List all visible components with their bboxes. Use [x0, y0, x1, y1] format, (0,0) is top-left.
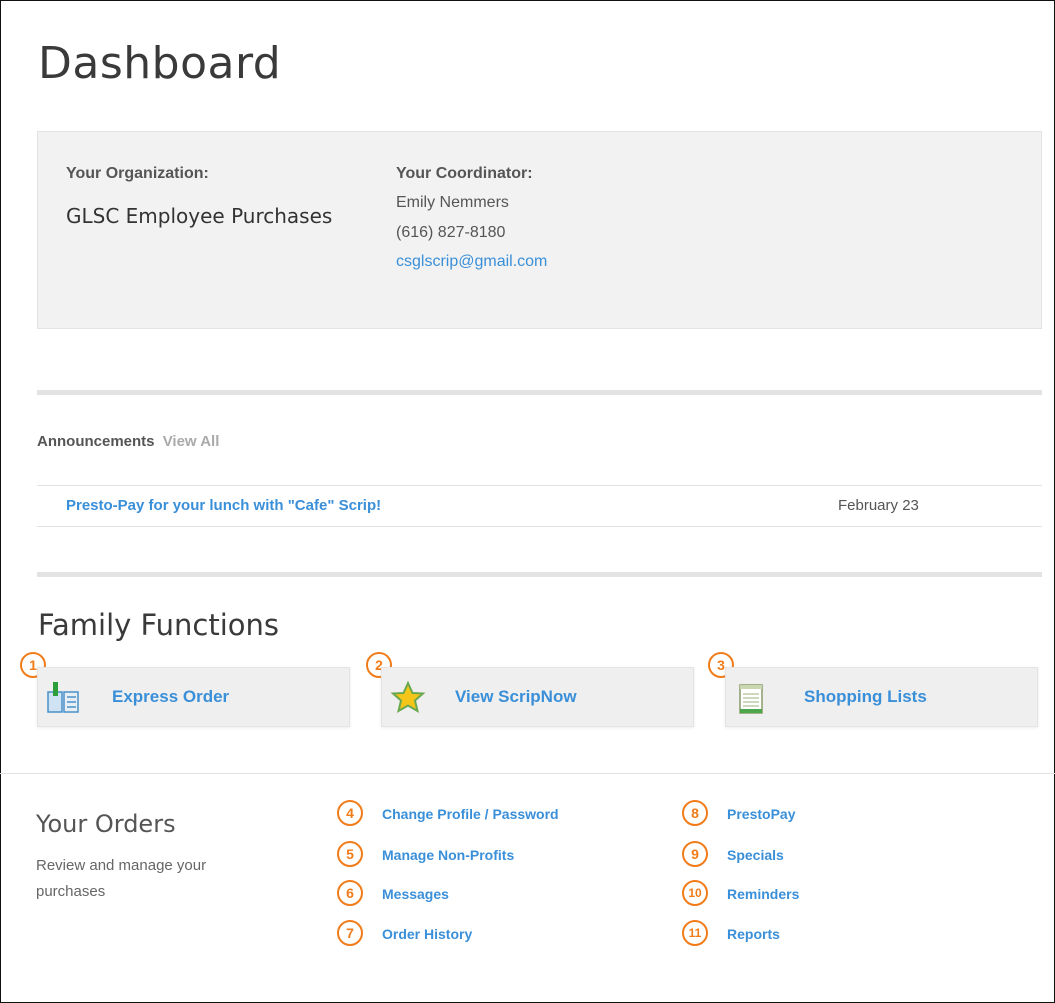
reports-link[interactable]: Reports	[727, 926, 780, 942]
annotation-number-11: 11	[682, 920, 708, 946]
view-scripnow-label: View ScripNow	[455, 687, 577, 706]
express-order-button[interactable]: Express Order	[37, 667, 350, 727]
announcements-header: Announcements View All	[37, 433, 219, 450]
announcement-link[interactable]: Presto-Pay for your lunch with "Cafe" Sc…	[66, 497, 381, 514]
organization-label: Your Organization:	[66, 165, 209, 182]
messages-link[interactable]: Messages	[382, 886, 449, 902]
annotation-number-5: 5	[337, 841, 363, 867]
section-divider	[37, 390, 1042, 395]
announcement-row: Presto-Pay for your lunch with "Cafe" Sc…	[37, 485, 1042, 527]
announcements-heading: Announcements	[37, 433, 155, 450]
coordinator-name: Emily Nemmers	[396, 194, 509, 211]
annotation-number-10: 10	[682, 880, 708, 906]
annotation-number-6: 6	[337, 880, 363, 906]
coordinator-phone: (616) 827-8180	[396, 224, 506, 241]
organization-panel: Your Organization: GLSC Employee Purchas…	[37, 131, 1042, 329]
orders-description: Review and manage your purchases	[36, 857, 207, 900]
star-icon	[390, 680, 426, 714]
order-history-link[interactable]: Order History	[382, 926, 472, 942]
annotation-number-9: 9	[682, 841, 708, 867]
organization-name: GLSC Employee Purchases	[66, 204, 333, 228]
view-scripnow-button[interactable]: View ScripNow	[381, 667, 694, 727]
family-functions-title: Family Functions	[38, 608, 279, 642]
reminders-link[interactable]: Reminders	[727, 886, 799, 902]
page-title: Dashboard	[38, 38, 282, 89]
change-profile-link[interactable]: Change Profile / Password	[382, 806, 559, 822]
annotation-number-8: 8	[682, 800, 708, 826]
section-divider	[37, 572, 1042, 577]
shopping-lists-label: Shopping Lists	[804, 687, 927, 706]
express-order-label: Express Order	[112, 687, 230, 706]
orders-title: Your Orders	[36, 810, 176, 838]
prestopay-link[interactable]: PrestoPay	[727, 806, 795, 822]
coordinator-email-link[interactable]: csglscrip@gmail.com	[396, 253, 547, 270]
announcement-date: February 23	[838, 497, 919, 514]
annotation-number-4: 4	[337, 800, 363, 826]
coordinator-label: Your Coordinator:	[396, 165, 533, 182]
notepad-icon	[739, 684, 763, 714]
specials-link[interactable]: Specials	[727, 847, 784, 863]
annotation-number-7: 7	[337, 920, 363, 946]
express-order-icon	[47, 682, 79, 713]
view-all-link[interactable]: View All	[163, 433, 220, 450]
shopping-lists-button[interactable]: Shopping Lists	[725, 667, 1038, 727]
orders-divider	[0, 773, 1055, 774]
manage-non-profits-link[interactable]: Manage Non-Profits	[382, 847, 514, 863]
